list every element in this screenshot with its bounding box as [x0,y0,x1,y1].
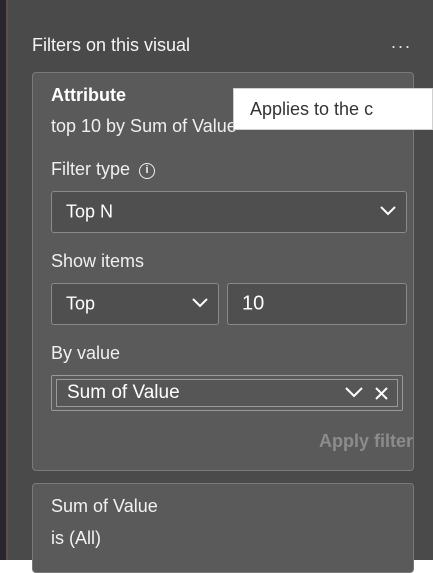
chevron-down-icon [192,298,208,308]
left-border [0,0,8,560]
attribute-filter-card[interactable]: Attribute top 10 by Sum of Value Filter … [32,72,414,471]
by-value-label: By value [51,343,121,363]
filter-card-title: Sum of Value [51,496,158,516]
pane-header: Filters on this visual ... [32,30,412,60]
by-value-field-name: Sum of Value [67,382,180,403]
filter-summary: top 10 by Sum of Value [51,116,237,136]
chevron-down-icon [380,206,396,216]
filters-pane: Filters on this visual ... Attribute top… [8,0,433,573]
filter-card-title: Attribute [51,85,126,105]
show-items-count-input[interactable]: 10 [227,283,407,325]
close-icon[interactable] [374,386,389,401]
filter-type-label: Filter type i [51,159,156,180]
info-icon[interactable]: i [139,163,156,179]
filter-summary: is (All) [51,528,101,548]
show-items-label: Show items [51,251,145,271]
by-value-field-well[interactable]: Sum of Value [51,375,403,411]
show-items-direction-value: Top [66,293,96,314]
chevron-down-icon[interactable] [345,387,363,398]
pane-title: Filters on this visual [32,34,191,55]
applies-to-tooltip: Applies to the c [233,88,433,130]
apply-filter-button[interactable]: Apply filter [319,431,413,452]
filter-type-label-text: Filter type [51,159,131,179]
filter-type-value: Top N [66,201,114,222]
filter-type-dropdown[interactable]: Top N [51,191,407,233]
show-items-count-value: 10 [242,292,265,315]
show-items-direction-dropdown[interactable]: Top [51,283,219,325]
by-value-field[interactable]: Sum of Value [56,379,398,407]
more-options-button[interactable]: ... [391,32,412,53]
